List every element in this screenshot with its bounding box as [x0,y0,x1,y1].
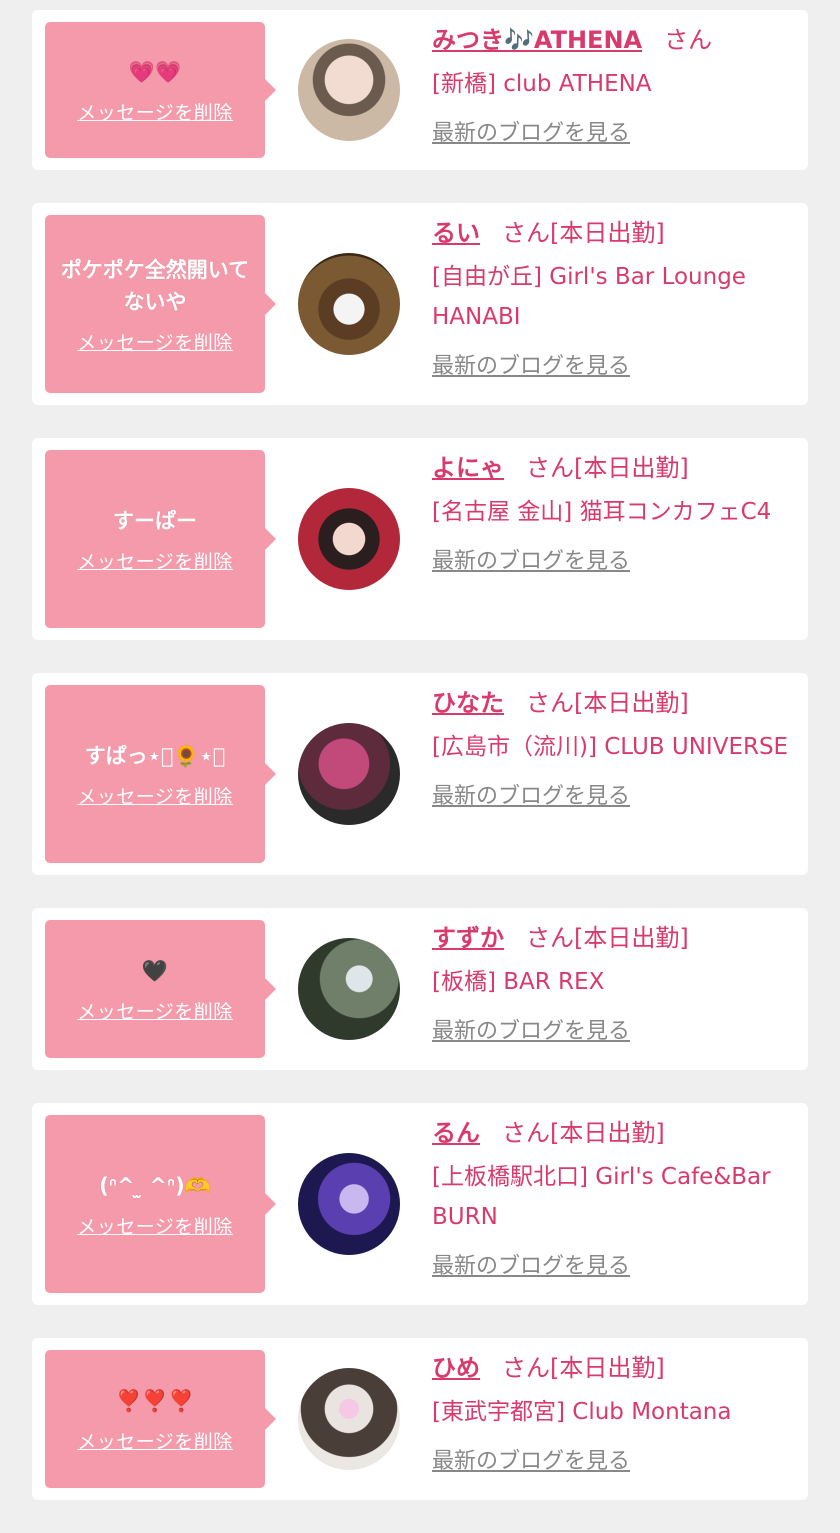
name-suffix: さん[本日出勤] [526,689,689,717]
avatar[interactable] [298,1368,400,1470]
shop-name: [東武宇都宮] Club Montana [432,1399,732,1425]
name-suffix: さん [664,26,713,54]
message-text: 🖤 [141,958,169,983]
delete-message-link[interactable]: メッセージを削除 [77,782,233,809]
message-text: ❣️❣️❣️ [115,1388,195,1413]
message-card: (ᐢ^ ̫ ^ᐢ)🫶 メッセージを削除 るん さん[本日出勤] [上板橋駅北口] … [32,1103,808,1305]
cast-name-link[interactable]: よにゃ [432,454,504,482]
name-suffix: さん[本日出勤] [526,454,689,482]
cast-name-link[interactable]: るん [432,1119,480,1147]
message-bubble: 💗💗 メッセージを削除 [45,22,276,158]
delete-message-link[interactable]: メッセージを削除 [77,1212,233,1239]
message-bubble: ポケポケ全然開いてないや メッセージを削除 [45,215,276,393]
delete-message-link[interactable]: メッセージを削除 [77,997,233,1024]
message-text: すーぱー [113,508,197,533]
cast-info: みつき🎶ATHENA さん [新橋] club ATHENA 最新のブログを見る [432,10,808,162]
latest-blog-link[interactable]: 最新のブログを見る [432,781,796,813]
latest-blog-link[interactable]: 最新のブログを見る [432,546,796,578]
avatar[interactable] [298,723,400,825]
cast-name-link[interactable]: みつき🎶ATHENA [432,26,642,54]
message-card: 🖤 メッセージを削除 すずか さん[本日出勤] [板橋] BAR REX 最新のブ… [32,908,808,1070]
latest-blog-link[interactable]: 最新のブログを見る [432,1251,796,1283]
cast-info: ひめ さん[本日出勤] [東武宇都宮] Club Montana 最新のブログを見… [432,1338,808,1490]
message-text: すぱっ⋆͛🌻⋆͛ [84,743,226,768]
cast-name-link[interactable]: ひめ [432,1354,480,1382]
cast-info: ひなた さん[本日出勤] [広島市（流川)] CLUB UNIVERSE 最新のブ… [432,673,808,825]
cast-info: るん さん[本日出勤] [上板橋駅北口] Girl's Cafe&Bar BURN… [432,1103,808,1295]
delete-message-link[interactable]: メッセージを削除 [77,328,233,355]
latest-blog-link[interactable]: 最新のブログを見る [432,118,796,150]
name-suffix: さん[本日出勤] [502,1354,665,1382]
message-card: すーぱー メッセージを削除 よにゃ さん[本日出勤] [名古屋 金山] 猫耳コンカ… [32,438,808,640]
cast-name-link[interactable]: すずか [432,924,504,952]
avatar[interactable] [298,938,400,1040]
shop-name: [広島市（流川)] CLUB UNIVERSE [432,734,789,760]
shop-name: [板橋] BAR REX [432,969,605,995]
cast-info: よにゃ さん[本日出勤] [名古屋 金山] 猫耳コンカフェC4 最新のブログを見る [432,438,808,590]
latest-blog-link[interactable]: 最新のブログを見る [432,1016,796,1048]
message-text: (ᐢ^ ̫ ^ᐢ)🫶 [99,1173,211,1198]
latest-blog-link[interactable]: 最新のブログを見る [432,1446,796,1478]
avatar[interactable] [298,488,400,590]
message-list: 💗💗 メッセージを削除 みつき🎶ATHENA さん [新橋] club ATHEN… [32,10,808,1533]
latest-blog-link[interactable]: 最新のブログを見る [432,351,796,383]
avatar[interactable] [298,253,400,355]
message-card: ポケポケ全然開いてないや メッセージを削除 るい さん[本日出勤] [自由が丘] … [32,203,808,405]
message-card: ❣️❣️❣️ メッセージを削除 ひめ さん[本日出勤] [東武宇都宮] Club … [32,1338,808,1500]
message-text: ポケポケ全然開いてないや [60,257,250,314]
name-suffix: さん[本日出勤] [502,1119,665,1147]
cast-info: すずか さん[本日出勤] [板橋] BAR REX 最新のブログを見る [432,908,808,1060]
message-text: 💗💗 [128,59,182,84]
shop-name: [名古屋 金山] 猫耳コンカフェC4 [432,499,772,525]
avatar[interactable] [298,39,400,141]
avatar[interactable] [298,1153,400,1255]
message-card: 💗💗 メッセージを削除 みつき🎶ATHENA さん [新橋] club ATHEN… [32,10,808,170]
message-bubble: すぱっ⋆͛🌻⋆͛ メッセージを削除 [45,685,276,863]
name-suffix: さん[本日出勤] [526,924,689,952]
cast-name-link[interactable]: ひなた [432,689,504,717]
message-card: すぱっ⋆͛🌻⋆͛ メッセージを削除 ひなた さん[本日出勤] [広島市（流川)] … [32,673,808,875]
message-bubble: ❣️❣️❣️ メッセージを削除 [45,1350,276,1488]
message-bubble: すーぱー メッセージを削除 [45,450,276,628]
cast-info: るい さん[本日出勤] [自由が丘] Girl's Bar Lounge HANA… [432,203,808,395]
shop-name: [自由が丘] Girl's Bar Lounge HANABI [432,264,746,330]
shop-name: [上板橋駅北口] Girl's Cafe&Bar BURN [432,1164,771,1230]
name-suffix: さん[本日出勤] [502,219,665,247]
delete-message-link[interactable]: メッセージを削除 [77,547,233,574]
message-bubble: 🖤 メッセージを削除 [45,920,276,1058]
cast-name-link[interactable]: るい [432,219,480,247]
delete-message-link[interactable]: メッセージを削除 [77,98,233,125]
message-bubble: (ᐢ^ ̫ ^ᐢ)🫶 メッセージを削除 [45,1115,276,1293]
shop-name: [新橋] club ATHENA [432,71,652,97]
delete-message-link[interactable]: メッセージを削除 [77,1427,233,1454]
